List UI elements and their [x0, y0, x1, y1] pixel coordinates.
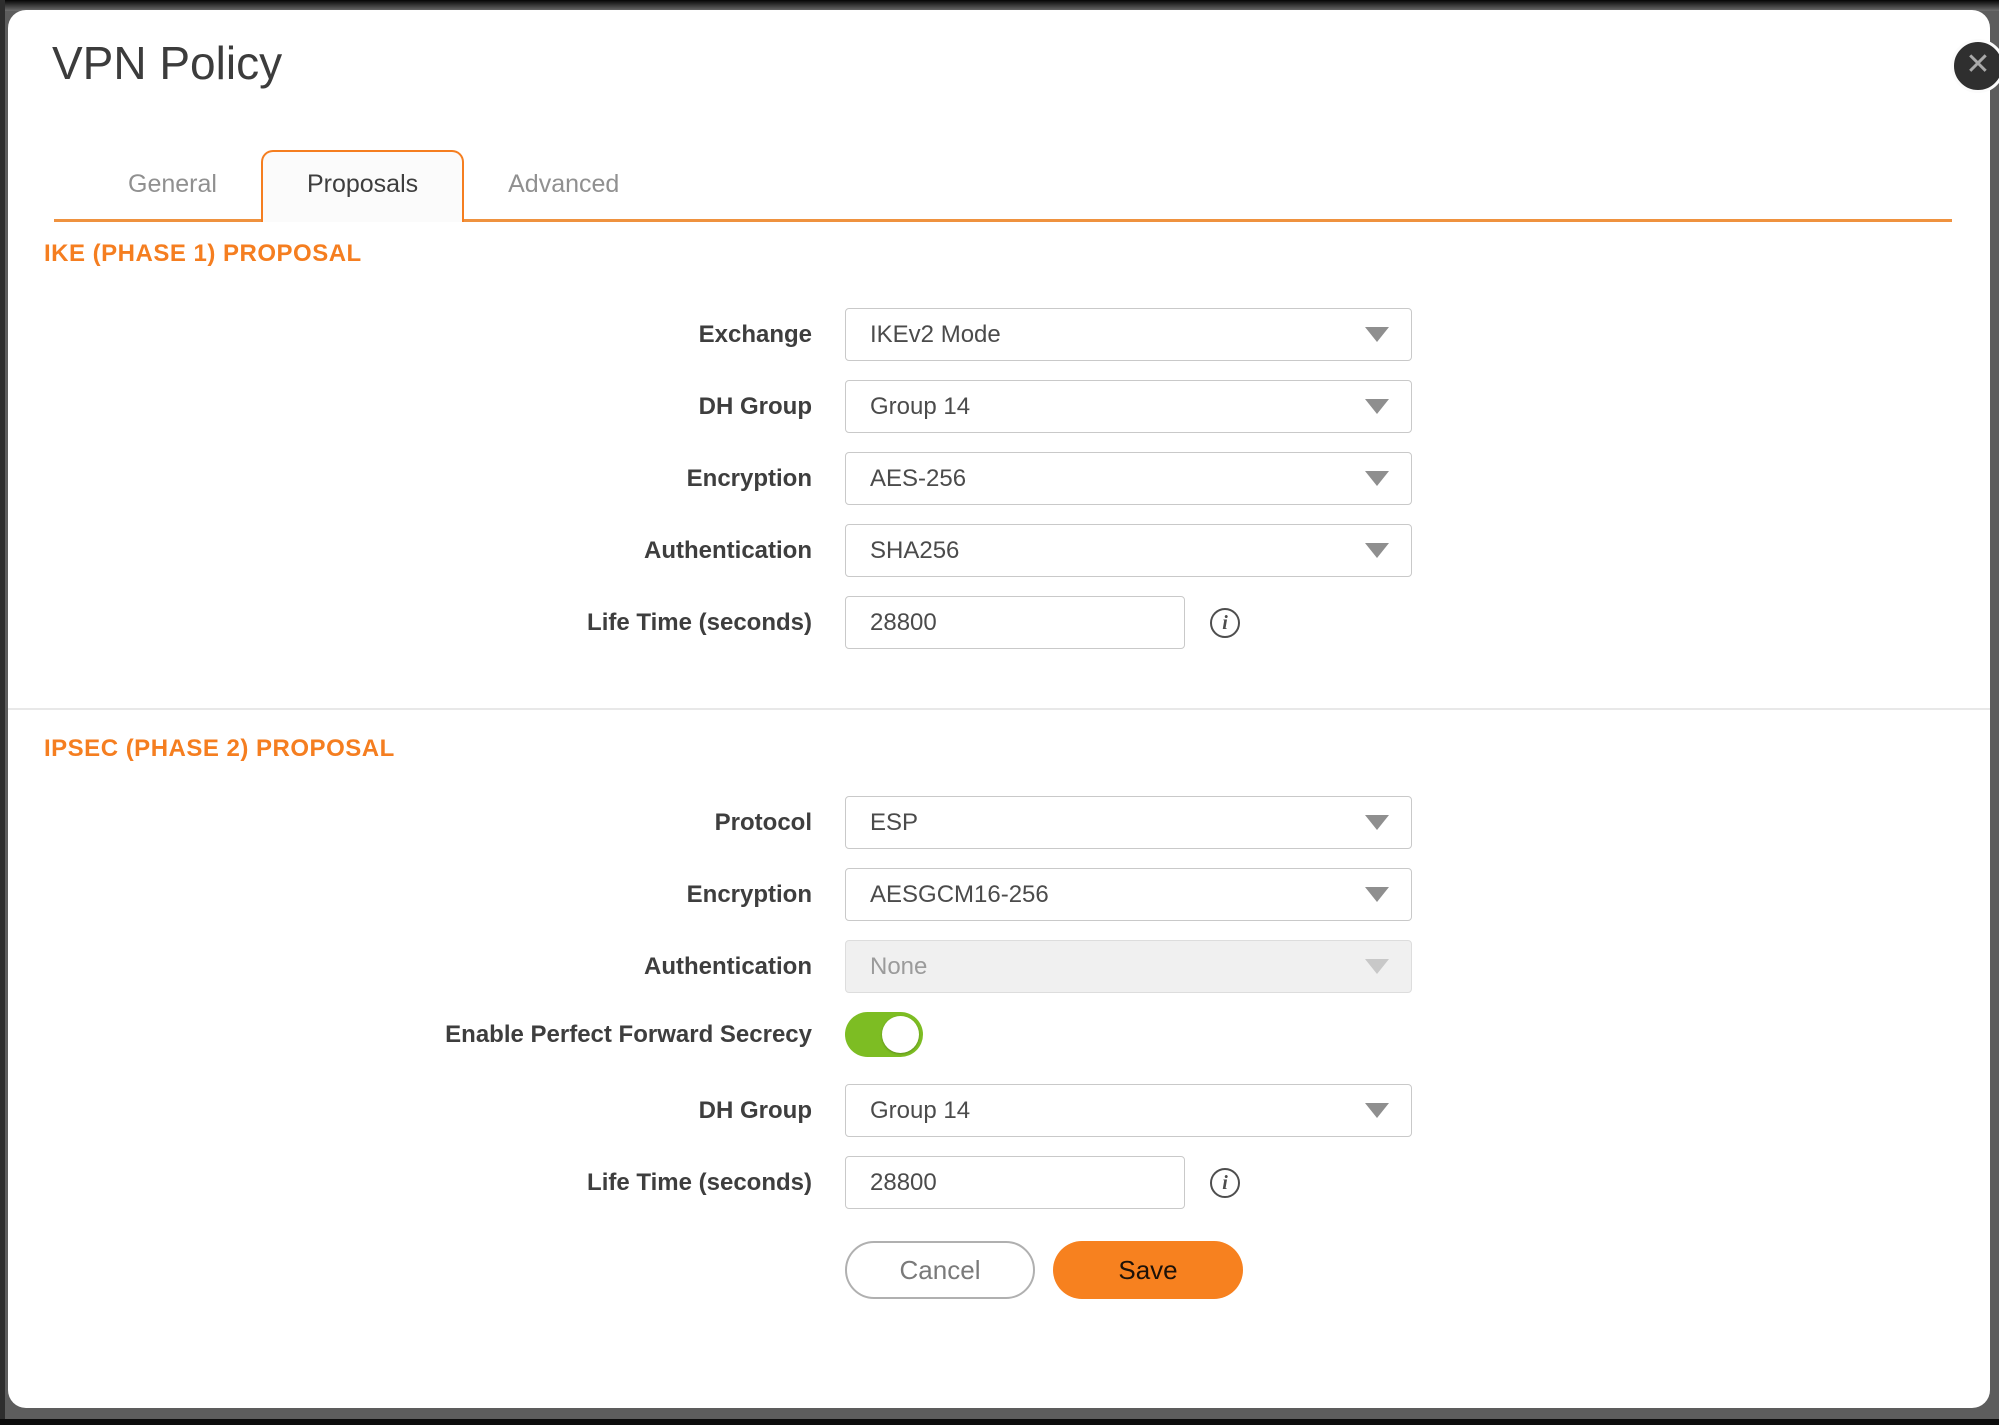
- window-frame-bottom: [0, 1419, 1999, 1425]
- ipsec-dh-group-row: DH Group Group 14: [8, 1084, 1990, 1137]
- ipsec-authentication-row: Authentication None: [8, 940, 1990, 993]
- ike-life-time-label: Life Time (seconds): [8, 609, 812, 637]
- chevron-down-icon: [1365, 327, 1389, 342]
- ike-phase1-heading: IKE (PHASE 1) PROPOSAL: [44, 240, 1990, 268]
- save-button[interactable]: Save: [1053, 1241, 1243, 1299]
- ike-dh-group-row: DH Group Group 14: [8, 380, 1990, 433]
- vpn-policy-dialog: ✕ VPN Policy General Proposals Advanced …: [8, 10, 1990, 1408]
- ike-encryption-label: Encryption: [8, 465, 812, 493]
- exchange-label: Exchange: [8, 321, 812, 349]
- ike-phase1-form: Exchange IKEv2 Mode DH Group Group 14 En…: [8, 308, 1990, 649]
- chevron-down-icon: [1365, 471, 1389, 486]
- page-title: VPN Policy: [52, 36, 1990, 91]
- ipsec-encryption-select[interactable]: AESGCM16-256: [845, 868, 1412, 921]
- chevron-down-icon: [1365, 887, 1389, 902]
- chevron-down-icon: [1365, 815, 1389, 830]
- ipsec-encryption-value: AESGCM16-256: [870, 881, 1365, 909]
- ipsec-life-time-row: Life Time (seconds) i: [8, 1156, 1990, 1209]
- close-icon[interactable]: ✕: [1951, 39, 1999, 93]
- window-frame-left: [0, 0, 5, 1425]
- ike-encryption-value: AES-256: [870, 465, 1365, 493]
- ipsec-dh-group-label: DH Group: [8, 1097, 812, 1125]
- ipsec-phase2-heading: IPSEC (PHASE 2) PROPOSAL: [44, 735, 1990, 763]
- ike-authentication-value: SHA256: [870, 537, 1365, 565]
- tab-advanced[interactable]: Advanced: [464, 152, 663, 219]
- toggle-knob: [882, 1016, 919, 1053]
- ike-encryption-row: Encryption AES-256: [8, 452, 1990, 505]
- cancel-button[interactable]: Cancel: [845, 1241, 1035, 1299]
- protocol-value: ESP: [870, 809, 1365, 837]
- ike-life-time-input[interactable]: [845, 596, 1185, 649]
- ike-life-time-row: Life Time (seconds) i: [8, 596, 1990, 649]
- ipsec-authentication-label: Authentication: [8, 953, 812, 981]
- ipsec-life-time-label: Life Time (seconds): [8, 1169, 812, 1197]
- ike-dh-group-select[interactable]: Group 14: [845, 380, 1412, 433]
- exchange-value: IKEv2 Mode: [870, 321, 1365, 349]
- tab-proposals[interactable]: Proposals: [261, 150, 464, 222]
- chevron-down-icon: [1365, 399, 1389, 414]
- pfs-toggle[interactable]: [845, 1012, 923, 1057]
- chevron-down-icon: [1365, 959, 1389, 974]
- dialog-footer: Cancel Save: [845, 1241, 1990, 1299]
- ike-authentication-row: Authentication SHA256: [8, 524, 1990, 577]
- ipsec-dh-group-select[interactable]: Group 14: [845, 1084, 1412, 1137]
- section-divider: [8, 708, 1990, 710]
- ipsec-phase2-form: Protocol ESP Encryption AESGCM16-256 Aut…: [8, 796, 1990, 1209]
- ike-dh-group-value: Group 14: [870, 393, 1365, 421]
- exchange-select[interactable]: IKEv2 Mode: [845, 308, 1412, 361]
- tab-bar: General Proposals Advanced: [54, 150, 1952, 222]
- protocol-select[interactable]: ESP: [845, 796, 1412, 849]
- pfs-label: Enable Perfect Forward Secrecy: [8, 1021, 812, 1049]
- protocol-label: Protocol: [8, 809, 812, 837]
- chevron-down-icon: [1365, 543, 1389, 558]
- chevron-down-icon: [1365, 1103, 1389, 1118]
- ipsec-encryption-row: Encryption AESGCM16-256: [8, 868, 1990, 921]
- info-icon[interactable]: i: [1210, 608, 1240, 638]
- info-icon[interactable]: i: [1210, 1168, 1240, 1198]
- ipsec-dh-group-value: Group 14: [870, 1097, 1365, 1125]
- ipsec-encryption-label: Encryption: [8, 881, 812, 909]
- pfs-row: Enable Perfect Forward Secrecy: [8, 1012, 1990, 1057]
- ike-encryption-select[interactable]: AES-256: [845, 452, 1412, 505]
- ipsec-life-time-input[interactable]: [845, 1156, 1185, 1209]
- ike-dh-group-label: DH Group: [8, 393, 812, 421]
- tab-general[interactable]: General: [84, 152, 261, 219]
- ipsec-authentication-value: None: [870, 953, 1365, 981]
- protocol-row: Protocol ESP: [8, 796, 1990, 849]
- ike-authentication-select[interactable]: SHA256: [845, 524, 1412, 577]
- ike-authentication-label: Authentication: [8, 537, 812, 565]
- exchange-row: Exchange IKEv2 Mode: [8, 308, 1990, 361]
- ipsec-authentication-select: None: [845, 940, 1412, 993]
